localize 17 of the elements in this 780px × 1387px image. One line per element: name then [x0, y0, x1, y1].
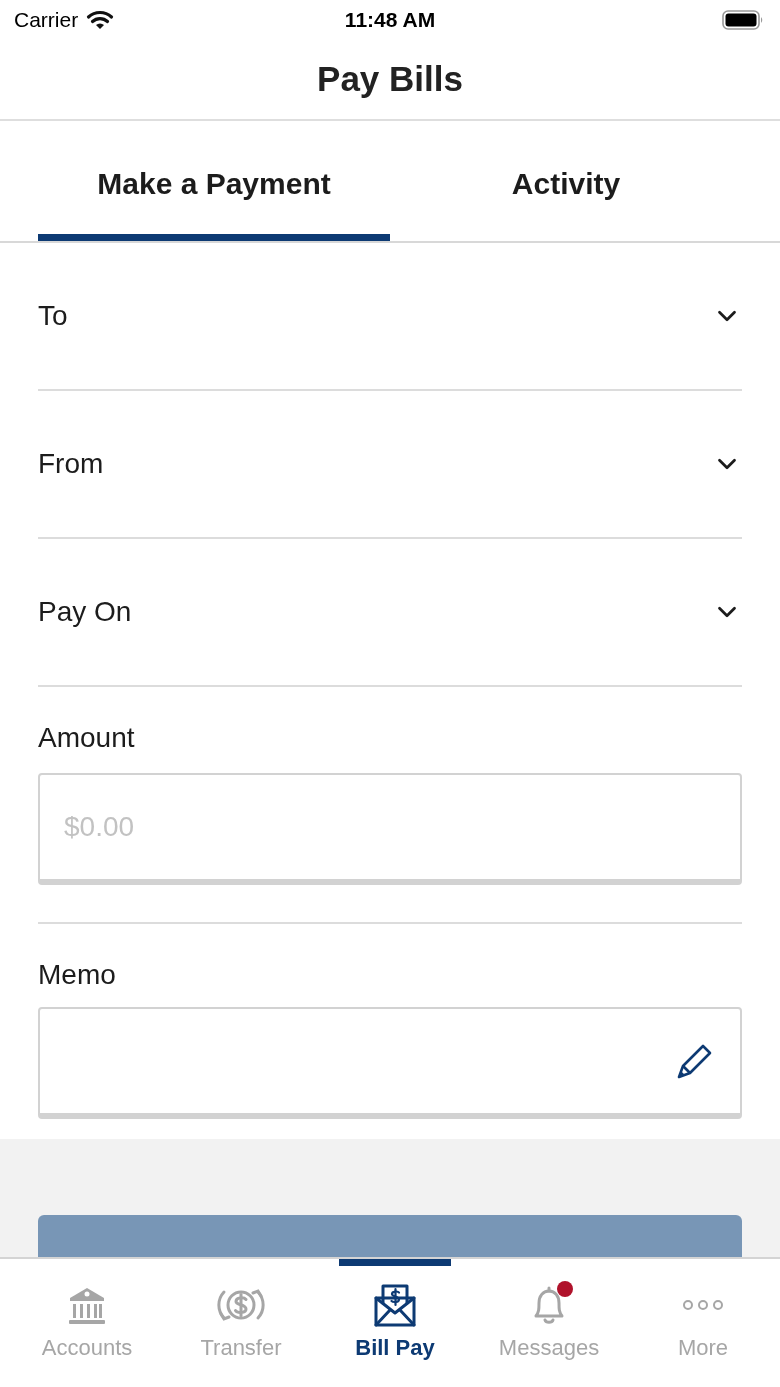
field-label: Memo — [38, 959, 117, 991]
dropdown-field[interactable]: To — [38, 243, 742, 389]
more-dots-icon — [682, 1299, 724, 1311]
pencil-icon[interactable] — [676, 1042, 714, 1080]
tab-bar-item[interactable]: Bill Pay — [318, 1259, 472, 1387]
page-title: Pay Bills — [317, 58, 463, 101]
dropdown-field[interactable]: Pay On — [38, 539, 742, 685]
field-label: Amount — [38, 722, 136, 754]
carrier-name: Carrier — [14, 7, 79, 34]
dropdown-field[interactable]: From — [38, 391, 742, 537]
clock-time: 11:48 AM — [344, 7, 436, 34]
memo-input-field[interactable] — [38, 1007, 742, 1119]
battery-icon — [722, 10, 764, 30]
envelope-dollar-icon — [373, 1283, 417, 1327]
tab[interactable]: Make a Payment — [38, 121, 390, 241]
tab[interactable]: Activity — [390, 121, 742, 241]
wifi-icon — [86, 10, 115, 30]
